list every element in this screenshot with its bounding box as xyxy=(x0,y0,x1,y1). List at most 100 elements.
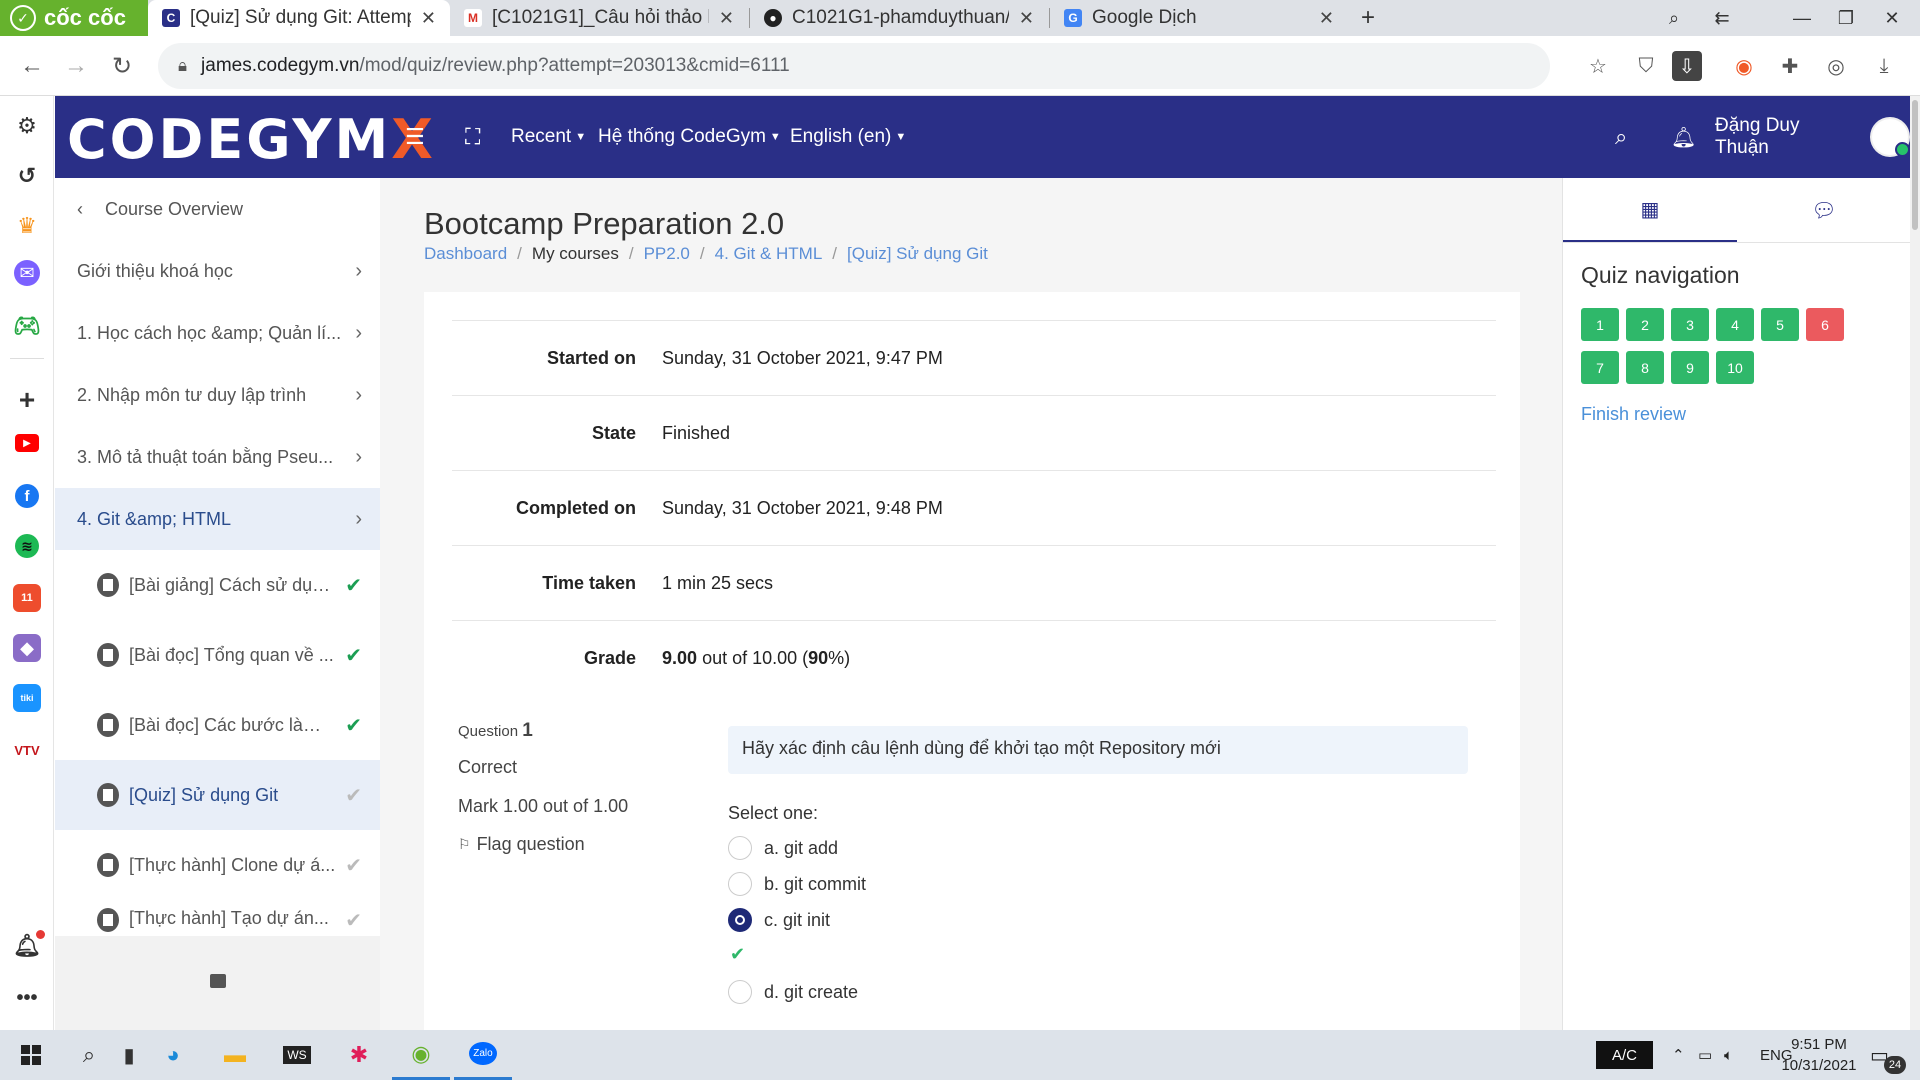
answer-option-d[interactable]: d. git create xyxy=(728,980,858,1004)
finish-review-link[interactable]: Finish review xyxy=(1581,404,1686,425)
back-button[interactable]: ← xyxy=(12,46,52,86)
zalo-icon[interactable]: Zalo xyxy=(454,1030,512,1080)
drawer-section-3[interactable]: 3. Mô tả thuật toán bằng Pseu... › xyxy=(55,426,380,488)
webstorm-icon[interactable]: WS xyxy=(268,1030,326,1080)
bell-icon[interactable]: 🔔︎ xyxy=(1671,96,1696,178)
answer-option-c[interactable]: c. git init xyxy=(728,908,830,932)
profile-icon[interactable]: ◎ xyxy=(1818,48,1854,84)
quiz-nav-button-10[interactable]: 10 xyxy=(1716,351,1754,384)
scrollbar-thumb[interactable] xyxy=(1912,100,1918,230)
activity-item-current[interactable]: [Quiz] Sử dụng Git ✔ xyxy=(55,760,380,830)
volume-icon[interactable]: 🔈︎ xyxy=(1724,1030,1733,1080)
radio-button[interactable] xyxy=(728,836,752,860)
browser-tab-google-translate[interactable]: G Google Dịch ✕ xyxy=(1050,0,1348,36)
browser-tab-github[interactable]: ● C1021G1-phamduythuan/Mc ✕ xyxy=(750,0,1048,36)
spotify-icon[interactable]: ≋ xyxy=(15,534,39,558)
facebook-icon[interactable]: f xyxy=(15,484,39,508)
shield-icon[interactable]: ⛉ xyxy=(1628,48,1664,84)
extensions-puzzle-icon[interactable]: ✚ xyxy=(1772,48,1808,84)
archive-icon[interactable] xyxy=(210,974,226,988)
reload-button[interactable]: ↻ xyxy=(102,46,142,86)
close-tab-icon[interactable]: ✕ xyxy=(1019,8,1034,29)
shopee-icon[interactable]: 11 xyxy=(13,584,41,612)
back-arrow-icon[interactable]: ⇇ xyxy=(1700,0,1744,36)
fullscreen-icon[interactable]: ⛶ xyxy=(465,96,480,178)
minimize-button[interactable]: — xyxy=(1780,0,1824,36)
vtv-icon[interactable]: VTV xyxy=(11,734,43,766)
tab-blocks[interactable]: ▦ xyxy=(1563,178,1737,242)
quiz-nav-button-1[interactable]: 1 xyxy=(1581,308,1619,341)
quiz-nav-button-6[interactable]: 6 xyxy=(1806,308,1844,341)
tray-chevron-icon[interactable]: ⌃ xyxy=(1672,1030,1685,1080)
quiz-nav-button-2[interactable]: 2 xyxy=(1626,308,1664,341)
browser-tab-gmail[interactable]: M [C1021G1]_Câu hỏi thảo luận ✕ xyxy=(450,0,748,36)
search-icon[interactable]: ⌕ xyxy=(1615,96,1627,178)
hamburger-menu-icon[interactable]: ☰ xyxy=(405,96,425,178)
activity-item[interactable]: [Bài giảng] Cách sử dụn... ✔ xyxy=(55,550,380,620)
forward-button[interactable]: → xyxy=(56,46,96,86)
radio-button[interactable] xyxy=(728,980,752,1004)
slack-icon[interactable]: ✱ xyxy=(330,1030,388,1080)
breadcrumb-section[interactable]: 4. Git & HTML xyxy=(715,244,823,264)
close-tab-icon[interactable]: ✕ xyxy=(1319,8,1334,29)
add-panel-icon[interactable]: + xyxy=(11,384,43,416)
coccoc-taskbar-icon[interactable]: ◉ xyxy=(392,1030,450,1080)
radio-button[interactable] xyxy=(728,872,752,896)
course-overview-link[interactable]: ‹ Course Overview xyxy=(55,178,380,240)
drawer-section-2[interactable]: 2. Nhập môn tư duy lập trình › xyxy=(55,364,380,426)
windows-start-icon[interactable] xyxy=(2,1030,60,1080)
drawer-section-intro[interactable]: Giới thiệu khoá học › xyxy=(55,240,380,302)
codegym-logo[interactable]: CODEGYMX xyxy=(67,108,436,171)
history-icon[interactable]: ↺ xyxy=(11,160,43,192)
browser-tab-quiz[interactable]: C [Quiz] Sử dụng Git: Attempt r ✕ xyxy=(148,0,450,36)
edge-icon[interactable]: ◕ xyxy=(144,1030,202,1080)
radio-button-selected[interactable] xyxy=(728,908,752,932)
answer-option-a[interactable]: a. git add xyxy=(728,836,838,860)
new-tab-button[interactable]: + xyxy=(1352,2,1384,34)
download-arrow-icon[interactable]: ⇩ xyxy=(1672,51,1702,81)
bookmark-star-icon[interactable]: ☆ xyxy=(1580,48,1616,84)
action-center-icon[interactable]: ▭ xyxy=(1870,1030,1889,1080)
quiz-nav-button-7[interactable]: 7 xyxy=(1581,351,1619,384)
settings-gear-icon[interactable]: ⚙ xyxy=(11,110,43,142)
coccoc-extension-icon[interactable]: ◉ xyxy=(1726,48,1762,84)
clock[interactable]: 9:51 PM 10/31/2021 xyxy=(1774,1034,1864,1076)
quiz-nav-button-4[interactable]: 4 xyxy=(1716,308,1754,341)
youtube-icon[interactable]: ▶ xyxy=(15,434,39,452)
user-menu[interactable]: Đặng Duy Thuận xyxy=(1715,96,1910,178)
menu-language[interactable]: English (en) ▼ xyxy=(790,96,906,178)
downloads-icon[interactable]: ⤓ xyxy=(1866,48,1902,84)
answer-option-b[interactable]: b. git commit xyxy=(728,872,866,896)
activity-item[interactable]: [Thực hành] Tạo dự án... ✔ xyxy=(55,900,380,936)
quiz-nav-button-9[interactable]: 9 xyxy=(1671,351,1709,384)
menu-recent[interactable]: Recent ▼ xyxy=(511,96,586,178)
tab-search-icon[interactable]: ⌕ xyxy=(1652,0,1696,36)
breadcrumb-course[interactable]: PP2.0 xyxy=(644,244,690,264)
messenger-icon[interactable]: ✉ xyxy=(14,260,40,286)
game-avatar-icon[interactable]: ◆ xyxy=(13,634,41,662)
crown-icon[interactable]: ♛ xyxy=(11,210,43,242)
quiz-nav-button-8[interactable]: 8 xyxy=(1626,351,1664,384)
ac-indicator[interactable]: A/C xyxy=(1596,1041,1654,1069)
breadcrumb-quiz[interactable]: [Quiz] Sử dụng Git xyxy=(847,244,988,264)
file-explorer-icon[interactable]: ▬ xyxy=(206,1030,264,1080)
close-tab-icon[interactable]: ✕ xyxy=(719,8,734,29)
address-bar[interactable]: 🔒︎ james.codegym.vn/mod/quiz/review.php?… xyxy=(158,43,1550,89)
menu-he-thong-codegym[interactable]: Hệ thống CodeGym ▼ xyxy=(598,96,781,178)
coccoc-menu-button[interactable]: ✓ cốc cốc xyxy=(0,0,148,36)
tab-messages[interactable]: 💬︎ xyxy=(1737,178,1911,242)
activity-item[interactable]: [Thực hành] Clone dự á... ✔ xyxy=(55,830,380,900)
network-icon[interactable]: ▭ xyxy=(1698,1030,1712,1080)
more-dots-icon[interactable]: ••• xyxy=(11,982,43,1014)
restore-button[interactable]: ❐ xyxy=(1824,0,1868,36)
tiki-icon[interactable]: tiki xyxy=(13,684,41,712)
activity-item[interactable]: [Bài đọc] Các bước làm ... ✔ xyxy=(55,690,380,760)
activity-item[interactable]: [Bài đọc] Tổng quan về ... ✔ xyxy=(55,620,380,690)
gamepad-icon[interactable]: 🎮︎ xyxy=(11,310,43,342)
quiz-nav-button-3[interactable]: 3 xyxy=(1671,308,1709,341)
flag-question-button[interactable]: ⚐ Flag question xyxy=(458,834,585,855)
breadcrumb-dashboard[interactable]: Dashboard xyxy=(424,244,507,264)
quiz-nav-button-5[interactable]: 5 xyxy=(1761,308,1799,341)
drawer-section-1[interactable]: 1. Học cách học &amp; Quản lí... › xyxy=(55,302,380,364)
close-window-button[interactable]: ✕ xyxy=(1870,0,1914,36)
